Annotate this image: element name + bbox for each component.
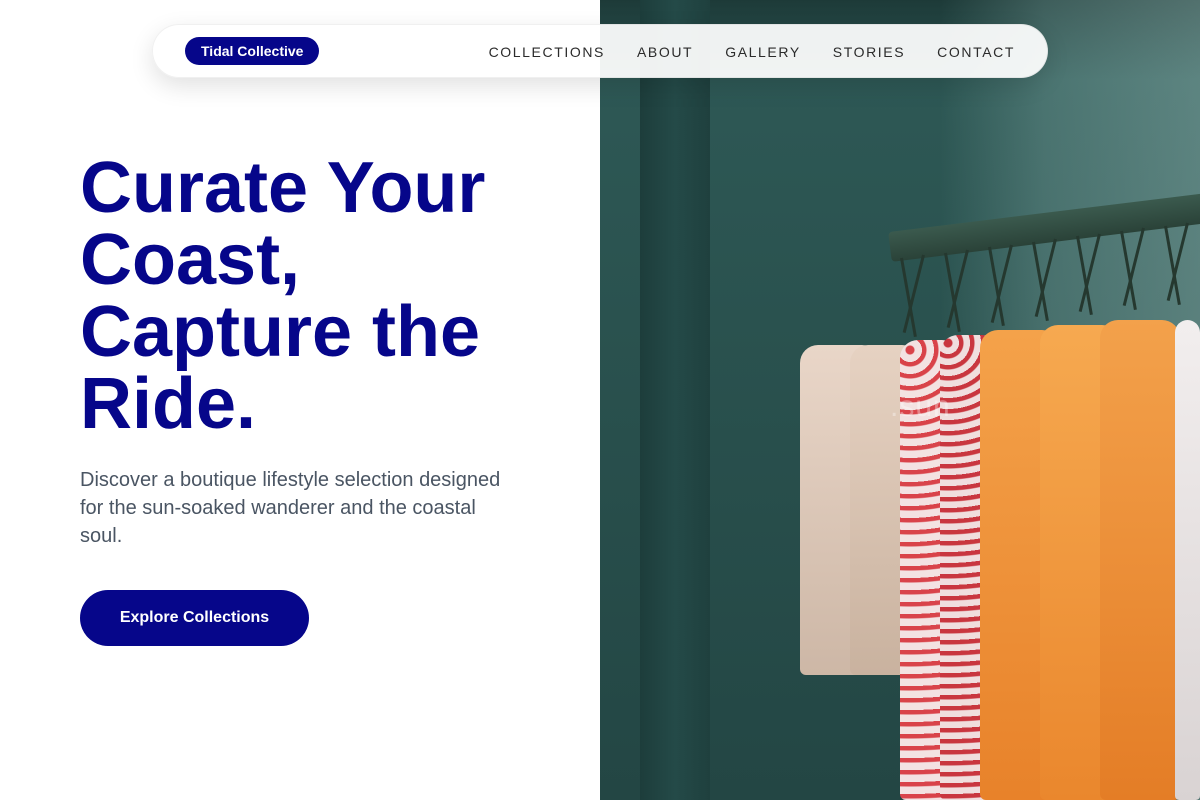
nav-link-contact[interactable]: CONTACT	[937, 44, 1015, 60]
rack-garment	[1175, 320, 1200, 800]
nav-link-about[interactable]: ABOUT	[637, 44, 693, 60]
photo-door-frame	[640, 0, 710, 800]
nav-link-stories[interactable]: STORIES	[833, 44, 905, 60]
hero-title: Curate Your Coast, Capture the Ride.	[80, 148, 486, 444]
top-navbar: Tidal Collective COLLECTIONS ABOUT GALLE…	[152, 24, 1048, 78]
nav-link-collections[interactable]: COLLECTIONS	[489, 44, 605, 60]
photo-watermark: .sun	[890, 390, 951, 423]
explore-collections-button[interactable]: Explore Collections	[80, 590, 309, 646]
hero-photo: .sun	[600, 0, 1200, 800]
rack-garment	[1100, 320, 1180, 800]
nav-links: COLLECTIONS ABOUT GALLERY STORIES CONTAC…	[489, 25, 1015, 79]
brand-logo[interactable]: Tidal Collective	[185, 37, 320, 65]
nav-link-gallery[interactable]: GALLERY	[725, 44, 801, 60]
hero-subtitle: Discover a boutique lifestyle selection …	[80, 469, 501, 547]
